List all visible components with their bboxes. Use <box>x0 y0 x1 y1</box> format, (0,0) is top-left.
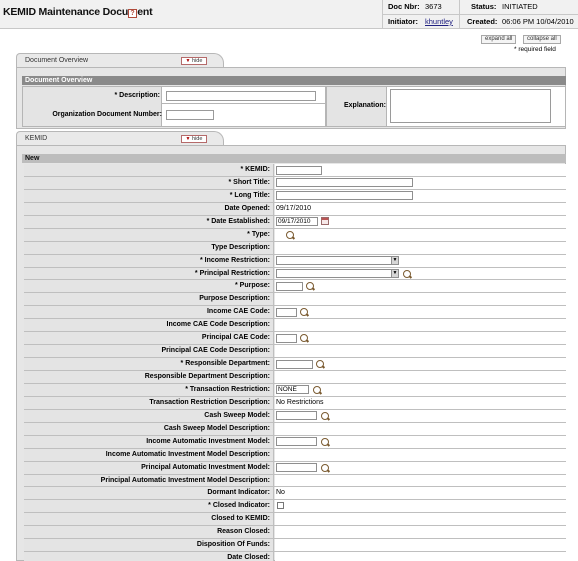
status-value: INITIATED <box>502 2 538 11</box>
tab-label: Document Overview <box>25 57 89 64</box>
doc-nbr-label: Doc Nbr: <box>388 2 420 11</box>
dormant-indicator-value: No <box>275 487 566 500</box>
transaction-restriction-input[interactable]: NONE <box>276 385 309 395</box>
row-responsible-department: * Responsible Department: <box>24 358 566 371</box>
kemid-fields: * KEMID: * Short Title: * Long Title: Da… <box>24 164 566 561</box>
row-transaction-restriction: * Transaction Restriction: NONE <box>24 383 566 397</box>
org-doc-number-input[interactable] <box>166 110 214 120</box>
principal-restriction-select[interactable]: ▼ <box>276 269 399 278</box>
explanation-textarea[interactable] <box>390 89 551 123</box>
kemid-input[interactable] <box>276 165 322 175</box>
row-principal-automatic-investment-model-description: Principal Automatic Investment Model Des… <box>24 474 566 488</box>
type-lookup-icon[interactable] <box>286 230 294 239</box>
income-auto-investment-model-lookup-icon[interactable] <box>321 437 329 446</box>
row-type: * Type: <box>24 228 566 242</box>
row-principal-restriction: * Principal Restriction: ▼ <box>24 267 566 281</box>
cash-sweep-model-lookup-icon[interactable] <box>321 411 329 420</box>
collapse-all-button[interactable]: collapse all <box>523 35 561 44</box>
document-overview-section-title: Document Overview <box>22 76 566 85</box>
row-principal-cae-code-description: Principal CAE Code Description: <box>24 345 566 359</box>
row-income-automatic-investment-model-description: Income Automatic Investment Model Descri… <box>24 448 566 462</box>
status-label: Status: <box>471 2 497 11</box>
help-icon[interactable]: ? <box>128 9 137 18</box>
tab-label: KEMID <box>25 135 48 142</box>
long-title-input[interactable] <box>276 191 413 201</box>
row-closed-to-kemid: Closed to KEMID: <box>24 513 566 527</box>
row-short-title: * Short Title: <box>24 176 566 190</box>
initiator-label: Initiator: <box>388 17 418 26</box>
doc-nbr-value: 3673 <box>425 2 442 11</box>
row-purpose-description: Purpose Description: <box>24 293 566 307</box>
hide-document-overview-button[interactable]: ▼ hide <box>181 57 207 65</box>
row-kemid: * KEMID: <box>24 164 566 177</box>
explanation-label: Explanation: <box>343 102 386 109</box>
row-cash-sweep-model-description: Cash Sweep Model Description: <box>24 422 566 436</box>
principal-auto-investment-model-lookup-icon[interactable] <box>321 463 329 472</box>
row-long-title: * Long Title: <box>24 189 566 203</box>
row-income-cae-code: Income CAE Code: <box>24 306 566 320</box>
row-type-description: Type Description: <box>24 241 566 255</box>
cash-sweep-model-input[interactable] <box>276 411 317 421</box>
responsible-department-lookup-icon[interactable] <box>316 360 324 369</box>
row-income-cae-code-description: Income CAE Code Description: <box>24 319 566 333</box>
responsible-department-input[interactable] <box>276 359 313 369</box>
row-date-closed: Date Closed: <box>24 552 566 561</box>
income-cae-code-lookup-icon[interactable] <box>300 308 308 317</box>
row-date-opened: Date Opened: 09/17/2010 <box>24 202 566 216</box>
description-input[interactable] <box>166 91 316 101</box>
triangle-down-icon: ▼ <box>185 58 191 64</box>
created-value: 06:06 PM 10/04/2010 <box>502 17 574 26</box>
row-responsible-department-description: Responsible Department Description: <box>24 371 566 384</box>
date-opened-value: 09/17/2010 <box>275 202 566 215</box>
purpose-input[interactable] <box>276 281 303 291</box>
row-income-automatic-investment-model: Income Automatic Investment Model: <box>24 435 566 449</box>
chevron-down-icon: ▼ <box>391 270 398 277</box>
hide-kemid-button[interactable]: ▼ hide <box>181 135 207 143</box>
document-header: KEMID Maintenance Document ? Doc Nbr: 36… <box>0 0 578 29</box>
transaction-restriction-description-value: No Restrictions <box>275 396 566 409</box>
chevron-down-icon: ▼ <box>391 257 398 265</box>
purpose-lookup-icon[interactable] <box>306 282 314 291</box>
income-auto-investment-model-input[interactable] <box>276 437 317 447</box>
row-closed-indicator: * Closed Indicator: <box>24 500 566 514</box>
principal-restriction-lookup-icon[interactable] <box>403 269 411 278</box>
row-cash-sweep-model: Cash Sweep Model: <box>24 409 566 423</box>
row-principal-cae-code: Principal CAE Code: <box>24 332 566 346</box>
row-reason-closed: Reason Closed: <box>24 526 566 540</box>
expand-all-button[interactable]: expand all <box>481 35 517 44</box>
row-transaction-restriction-description: Transaction Restriction Description: No … <box>24 396 566 410</box>
principal-auto-investment-model-input[interactable] <box>276 463 317 473</box>
transaction-restriction-lookup-icon[interactable] <box>313 385 321 394</box>
row-dormant-indicator: Dormant Indicator: No <box>24 487 566 501</box>
org-doc-number-label: Organization Document Number: <box>52 111 162 118</box>
principal-cae-code-input[interactable] <box>276 333 297 343</box>
description-label: * Description: <box>114 92 160 99</box>
row-income-restriction: * Income Restriction: ▼ <box>24 254 566 268</box>
row-purpose: * Purpose: <box>24 280 566 294</box>
tab-kemid: KEMID ▼ hide <box>16 131 224 145</box>
principal-cae-code-lookup-icon[interactable] <box>300 334 308 343</box>
row-principal-automatic-investment-model: Principal Automatic Investment Model: <box>24 461 566 475</box>
income-cae-code-input[interactable] <box>276 307 297 317</box>
calendar-icon[interactable] <box>321 216 329 225</box>
triangle-down-icon: ▼ <box>185 136 191 142</box>
row-disposition-of-funds: Disposition Of Funds: <box>24 539 566 553</box>
date-established-input[interactable]: 09/17/2010 <box>276 217 318 227</box>
short-title-input[interactable] <box>276 178 413 188</box>
income-restriction-select[interactable]: ▼ <box>276 256 399 266</box>
required-field-note: * required field <box>514 46 556 53</box>
created-label: Created: <box>467 17 498 26</box>
tab-document-overview: Document Overview ▼ hide <box>16 53 224 67</box>
kemid-section-title: New <box>22 154 566 163</box>
closed-indicator-checkbox[interactable] <box>277 502 284 510</box>
row-date-established: * Date Established: 09/17/2010 <box>24 215 566 229</box>
initiator-link[interactable]: khuntley <box>425 15 453 29</box>
